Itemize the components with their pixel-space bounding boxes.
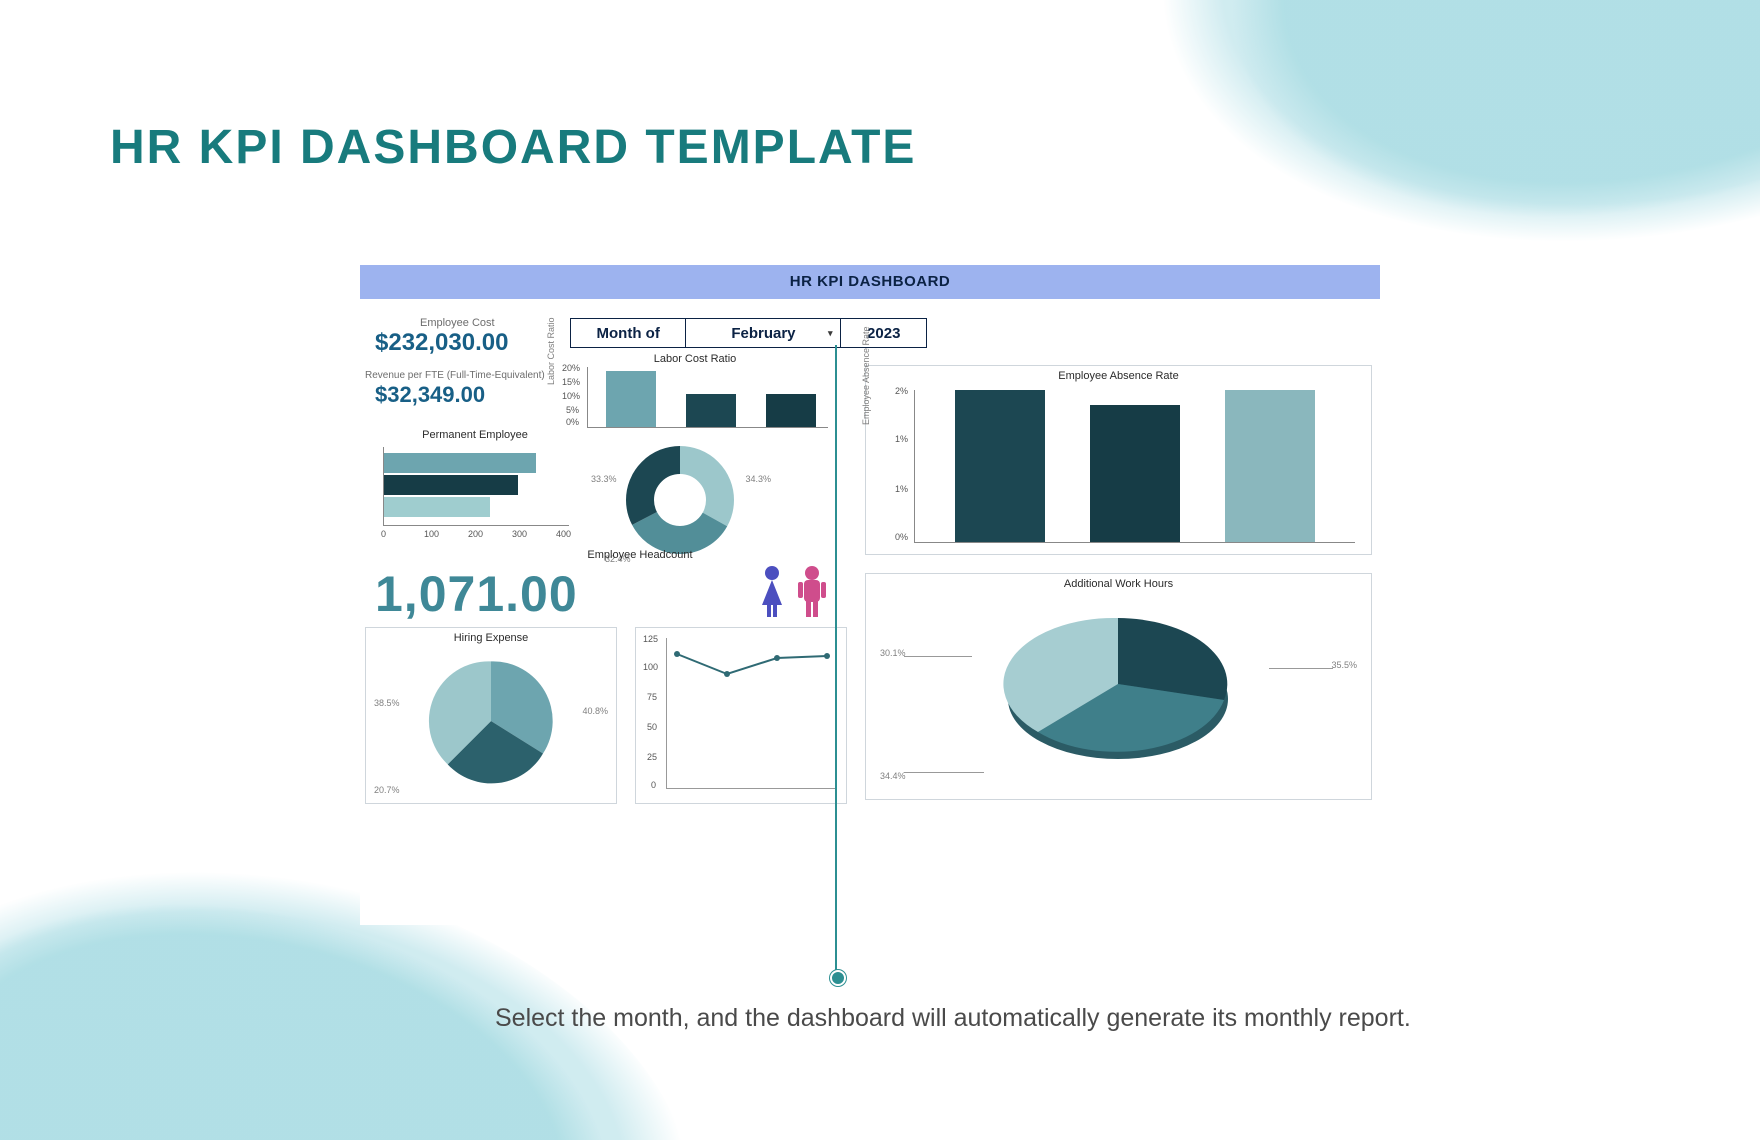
absence-ylabel: Employee Absence Rate [861,326,871,425]
labor-cost-ylabel: Labor Cost Ratio [546,317,556,385]
kpi-revenue-fte-value: $32,349.00 [375,382,485,408]
donut-label: 33.3% [591,474,617,484]
bar [686,394,736,427]
dashboard-board: HR KPI DASHBOARD Employee Cost $232,030.… [360,265,1380,925]
bar [1225,390,1315,542]
hiring-expense-svg [426,656,556,786]
kpi-employee-cost-label: Employee Cost [420,317,495,329]
dashboard-banner: HR KPI DASHBOARD [360,265,1380,299]
bar [384,453,536,473]
pie-label: 20.7% [374,785,400,795]
female-icon [755,565,789,619]
hiring-expense-title: Hiring Expense [366,632,616,644]
male-icon [795,565,829,619]
month-selector[interactable]: Month of February ▾ 2023 [570,318,927,348]
labor-cost-ratio-chart: Labor Cost Ratio Labor Cost Ratio 20% 15… [555,355,835,433]
employee-absence-rate-chart: Employee Absence Rate Employee Absence R… [865,365,1372,555]
kpi-revenue-fte-label: Revenue per FTE (Full-Time-Equivalent) [365,370,545,381]
bar [955,390,1045,542]
page-title: HR KPI DASHBOARD TEMPLATE [110,120,916,175]
hiring-expense-chart: Hiring Expense 38.5% 40.8% 20.7% [365,627,617,804]
kpi-employee-cost-value: $232,030.00 [375,329,508,357]
month-value: February [731,325,795,342]
employee-absence-title: Employee Absence Rate [866,370,1371,382]
pie-label: 34.4% [880,771,906,781]
additional-work-hours-title: Additional Work Hours [866,578,1371,590]
bar [384,475,518,495]
chevron-down-icon: ▾ [828,328,833,339]
callout-line [835,345,837,980]
month-dropdown[interactable]: February ▾ [686,319,841,347]
labor-cost-ratio-title: Labor Cost Ratio [555,353,835,365]
headcount-trend-chart: 125 100 75 50 25 0 [635,627,847,804]
bar [384,497,490,517]
donut-label: 34.3% [745,474,771,484]
line-svg [667,638,837,788]
caption-text: Select the month, and the dashboard will… [495,1000,1411,1036]
additional-work-hours-chart: Additional Work Hours 30.1% 35.5% 34.4% [865,573,1372,800]
bar [766,394,816,427]
headcount-label: Employee Headcount [560,549,720,561]
pie-label: 35.5% [1331,660,1357,670]
month-selector-label: Month of [571,319,686,347]
pie-label: 30.1% [880,648,906,658]
permanent-employee-title: Permanent Employee [375,429,575,441]
pie-label: 38.5% [374,698,400,708]
year-value: 2023 [841,319,926,347]
permanent-employee-chart: Permanent Employee 0 100 200 300 400 [375,425,575,545]
bar [606,371,656,427]
headcount-value: 1,071.00 [375,565,578,623]
pie-label: 40.8% [582,706,608,716]
donut-svg [620,440,740,560]
bar [1090,405,1180,542]
additional-work-hours-svg [968,604,1268,774]
donut-chart: 33.3% 34.3% 32.4% [595,440,765,560]
